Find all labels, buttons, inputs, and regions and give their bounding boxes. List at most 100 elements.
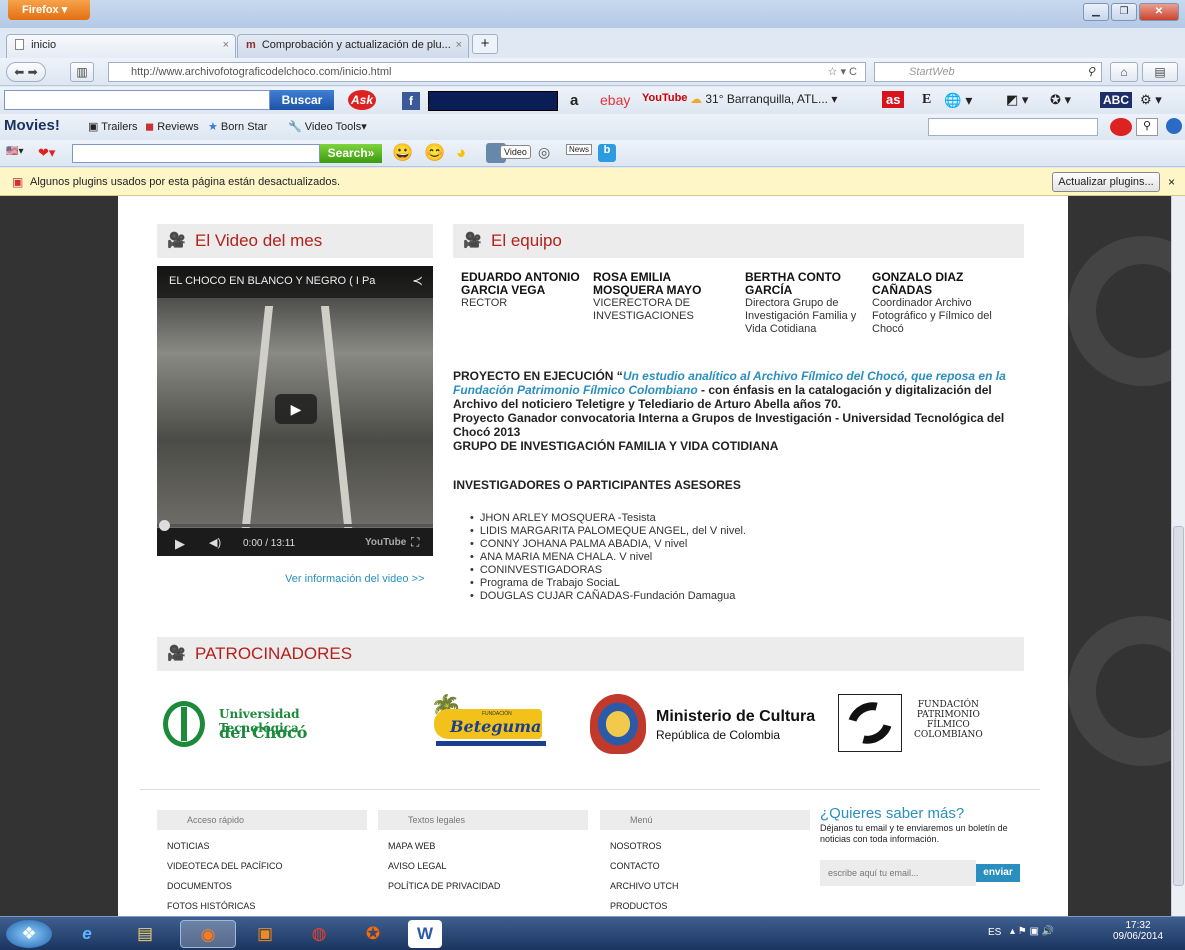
abc-icon[interactable]: ABC	[1100, 92, 1132, 108]
heart-icon[interactable]: ❤▾	[38, 145, 55, 161]
emoji-icon[interactable]: 😊	[424, 143, 445, 163]
footer-link[interactable]: POLÍTICA DE PRIVACIDAD	[378, 876, 588, 896]
facebook-icon[interactable]: f	[402, 92, 420, 110]
youtube-link[interactable]: YouTube	[642, 92, 687, 104]
twitter-icon[interactable]: b	[598, 144, 616, 162]
share-icon[interactable]: ≺	[412, 273, 423, 289]
newsletter-heading: ¿Quieres saber más?	[820, 805, 965, 822]
utch-logo[interactable]: Universidad Tecnológica del Chocó	[163, 699, 373, 751]
newsletter-text: Déjanos tu email y te enviaremos un bole…	[820, 823, 1008, 844]
footer-link[interactable]: AVISO LEGAL	[378, 856, 588, 876]
word-icon[interactable]: W	[408, 920, 442, 948]
new-tab-button[interactable]: +	[472, 34, 498, 54]
footer-link[interactable]: MAPA WEB	[378, 836, 588, 856]
send-button[interactable]: enviar	[976, 864, 1020, 882]
as-icon[interactable]: as	[882, 91, 905, 108]
media-player-widget[interactable]	[428, 91, 558, 111]
language-indicator[interactable]: ES	[988, 927, 1001, 938]
tab-inicio[interactable]: inicio ×	[6, 34, 236, 58]
footer-link[interactable]: NOSOTROS	[600, 836, 810, 856]
reviews-link[interactable]: ◼ Reviews	[145, 120, 199, 133]
tab-label: inicio	[31, 39, 57, 51]
email-input[interactable]: escribe aquí tu email...	[820, 860, 976, 886]
ebay-link[interactable]: ebay	[600, 92, 630, 108]
chrome-icon[interactable]: ◍	[298, 920, 340, 948]
vertical-scrollbar[interactable]	[1171, 196, 1185, 916]
e-icon[interactable]: E	[922, 92, 931, 108]
back-button[interactable]: ⬅ ➡	[6, 62, 46, 82]
clock[interactable]: 17:32 09/06/2014	[1108, 920, 1168, 942]
video-tools-link[interactable]: 🔧 Video Tools▾	[288, 120, 367, 133]
search-icon[interactable]: ⚲	[1087, 65, 1095, 78]
ask-logo-icon[interactable]: Ask	[348, 90, 376, 110]
sports-icon[interactable]: ✪ ▾	[1050, 92, 1071, 108]
news-button[interactable]: News	[566, 144, 593, 155]
buscar-button[interactable]: Buscar	[270, 90, 334, 110]
media-player-icon[interactable]: ▣	[244, 920, 286, 948]
restore-icon[interactable]: ❐	[1111, 3, 1137, 21]
footer-link[interactable]: ARCHIVO UTCH	[600, 876, 810, 896]
pacman-icon[interactable]: ◕	[456, 143, 466, 163]
play-icon[interactable]: ▶	[275, 394, 317, 424]
minimize-icon[interactable]: ▁	[1083, 3, 1109, 21]
close-notification-icon[interactable]: ×	[1168, 175, 1175, 189]
weather-widget[interactable]: ☁ 31° Barranquilla, ATL... ▾	[690, 92, 837, 106]
movies-search-input[interactable]	[928, 118, 1098, 136]
ask-small-icon[interactable]	[1110, 118, 1132, 136]
scrollbar-thumb[interactable]	[1173, 526, 1184, 886]
start-orb-icon[interactable]: ❖	[6, 920, 52, 948]
magnifier-icon[interactable]: ⚲	[1136, 118, 1158, 136]
home-icon[interactable]: ⌂	[1110, 62, 1138, 82]
movies-logo[interactable]: Movies!	[4, 117, 60, 134]
firefox-taskbar-icon[interactable]: ◉	[180, 920, 236, 948]
ask-search-input[interactable]	[4, 90, 270, 110]
video-title-bar[interactable]: EL CHOCO EN BLANCO Y NEGRO ( I Pa ≺	[157, 266, 433, 298]
youtube-logo-icon[interactable]: YouTube	[365, 537, 406, 548]
play-small-icon[interactable]: ▶	[175, 536, 185, 552]
progress-handle[interactable]	[159, 520, 170, 531]
refresh-circle-icon[interactable]	[1166, 118, 1182, 134]
close-window-icon[interactable]: ✕	[1139, 3, 1179, 21]
maps-icon[interactable]: ◩ ▾	[1006, 92, 1028, 108]
circle-icon[interactable]: ◎	[538, 144, 550, 161]
update-plugins-button[interactable]: Actualizar plugins...	[1052, 172, 1160, 192]
trailers-link[interactable]: ▣ Trailers	[88, 120, 138, 133]
amazon-icon[interactable]: a	[570, 92, 578, 109]
volume-icon[interactable]: ◀)	[209, 536, 221, 549]
footer-link[interactable]: DOCUMENTOS	[157, 876, 367, 896]
video-button[interactable]: Video	[500, 145, 531, 159]
globe-icon[interactable]: 🌐 ▾	[944, 92, 972, 109]
video-info-link[interactable]: Ver información del video >>	[285, 573, 424, 585]
footer-link[interactable]: FOTOS HISTÓRICAS	[157, 896, 367, 916]
ie-icon[interactable]: e	[66, 920, 108, 948]
firefox-alt-icon[interactable]: ✪	[352, 920, 394, 948]
progress-bar[interactable]	[157, 524, 433, 527]
fullscreen-icon[interactable]: ⛶	[411, 535, 419, 550]
video-heading-text: El Video del mes	[195, 231, 323, 250]
folder-icon[interactable]: ▤	[124, 920, 166, 948]
reload-icon[interactable]: ☆ ▾ C	[828, 65, 857, 78]
search-engine-bar[interactable]: StartWeb ⚲	[874, 62, 1102, 82]
bookmarks-icon[interactable]: ▥	[70, 62, 94, 82]
footer-link[interactable]: CONTACTO	[600, 856, 810, 876]
tab-close-icon[interactable]: ×	[456, 39, 462, 51]
footer-link[interactable]: VIDEOTECA DEL PACÍFICO	[157, 856, 367, 876]
smiley-search-input[interactable]	[72, 144, 320, 163]
tray-icons[interactable]: ▴ ⚑ ▣ 🔊	[1010, 926, 1054, 937]
tab-close-icon[interactable]: ×	[223, 39, 229, 51]
video-player[interactable]: EL CHOCO EN BLANCO Y NEGRO ( I Pa ≺ ▶ ▶ …	[157, 266, 433, 556]
born-star-link[interactable]: ★ Born Star	[208, 120, 267, 133]
footer-link[interactable]: PRODUCTOS	[600, 896, 810, 916]
ministerio-logo[interactable]: Ministerio de Cultura República de Colom…	[590, 694, 820, 756]
tab-plugin-check[interactable]: m Comprobación y actualización de plu...…	[237, 34, 469, 58]
firefox-menu-button[interactable]: Firefox ▾	[8, 0, 90, 20]
beteguma-logo[interactable]: 🌴 FUNDACIÓN Beteguma	[422, 693, 552, 755]
url-bar[interactable]: http://www.archivofotograficodelchoco.co…	[108, 62, 866, 82]
smiley-icon[interactable]: 😀	[392, 143, 413, 163]
fpfc-logo[interactable]: FUNDACIÓN PATRIMONIO FÍLMICO COLOMBIANO	[838, 694, 1008, 754]
footer-link[interactable]: NOTICIAS	[157, 836, 367, 856]
flag-icon[interactable]: 🇺🇸▾	[6, 146, 23, 157]
menu-icon[interactable]: ▤	[1142, 62, 1178, 82]
settings-gear-icon[interactable]: ⚙ ▾	[1140, 92, 1162, 108]
search-button[interactable]: Search»	[320, 144, 382, 163]
